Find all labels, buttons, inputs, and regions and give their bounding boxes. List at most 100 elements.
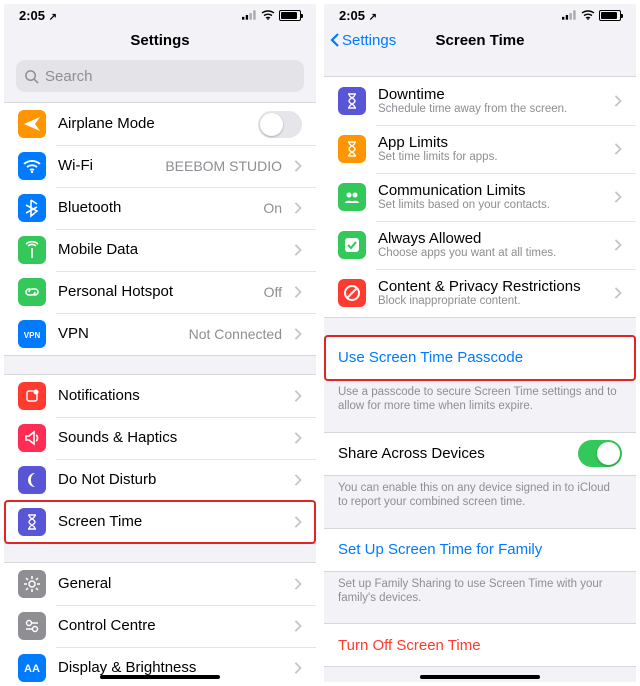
communication-limits-row[interactable]: Communication LimitsSet limits based on … [324, 173, 636, 221]
chevron-right-icon [614, 191, 622, 203]
chevron-right-icon [294, 328, 302, 340]
navbar: Settings Screen Time [324, 26, 636, 54]
bluetooth-row[interactable]: BluetoothOn [4, 187, 316, 229]
passcode-hint: Use a passcode to secure Screen Time set… [324, 380, 636, 414]
chevron-right-icon [294, 432, 302, 444]
battery-icon [599, 10, 621, 21]
communication-limits-sub: Set limits based on your contacts. [378, 199, 602, 212]
do-not-disturb-row[interactable]: Do Not Disturb [4, 459, 316, 501]
chevron-right-icon [614, 287, 622, 299]
chevron-right-icon [614, 239, 622, 251]
chevron-left-icon [330, 33, 340, 47]
general-label: General [58, 575, 282, 592]
cellular-icon [562, 10, 577, 20]
chevron-right-icon [294, 620, 302, 632]
status-time: 2:05 ↗ [339, 8, 377, 23]
content-privacy-row[interactable]: Content & Privacy RestrictionsBlock inap… [324, 269, 636, 317]
wifi-status-icon [261, 10, 275, 20]
use-screen-time-passcode-row[interactable]: Use Screen Time Passcode [324, 337, 636, 379]
always-allowed-sub: Choose apps you want at all times. [378, 247, 602, 260]
hourglass-icon [18, 508, 46, 536]
mobile-data-label: Mobile Data [58, 241, 282, 258]
sounds-haptics-label: Sounds & Haptics [58, 429, 282, 446]
sounds-haptics-row[interactable]: Sounds & Haptics [4, 417, 316, 459]
bluetooth-label: Bluetooth [58, 199, 251, 216]
airplane-mode-switch[interactable] [258, 111, 302, 138]
settings-root-screen: 2:05 ↗ Settings Search Airplane Mode Wi-F… [0, 0, 320, 686]
antenna-icon [18, 236, 46, 264]
speaker-icon [18, 424, 46, 452]
share-across-devices-row[interactable]: Share Across Devices [324, 433, 636, 475]
bell-icon [18, 382, 46, 410]
chevron-right-icon [294, 662, 302, 674]
chevron-right-icon [294, 516, 302, 528]
share-hint: You can enable this on any device signed… [324, 476, 636, 510]
home-indicator[interactable] [420, 675, 540, 679]
link-icon [18, 278, 46, 306]
screen-time-label: Screen Time [58, 513, 282, 530]
set-up-family-row[interactable]: Set Up Screen Time for Family [324, 529, 636, 571]
people-icon [338, 183, 366, 211]
bt-icon [18, 194, 46, 222]
downtime-label: Downtime [378, 86, 602, 103]
page-title: Screen Time [436, 32, 525, 49]
chevron-right-icon [294, 244, 302, 256]
content-privacy-sub: Block inappropriate content. [378, 295, 602, 308]
family-hint: Set up Family Sharing to use Screen Time… [324, 572, 636, 606]
turn-off-screen-time-row[interactable]: Turn Off Screen Time [324, 624, 636, 666]
vpn-icon [18, 320, 46, 348]
content-privacy-label: Content & Privacy Restrictions [378, 278, 602, 295]
vpn-detail: Not Connected [189, 326, 282, 342]
wifi-detail: BEEBOM STUDIO [165, 158, 282, 174]
general-row[interactable]: General [4, 563, 316, 605]
screen-time-row[interactable]: Screen Time [4, 501, 316, 543]
page-title: Settings [130, 32, 189, 49]
nosign-icon [338, 279, 366, 307]
screen-time-settings-screen: 2:05 ↗ Settings Screen Time DowntimeSche… [320, 0, 640, 686]
airplane-mode-row[interactable]: Airplane Mode [4, 103, 316, 145]
airplane-mode-label: Airplane Mode [58, 115, 246, 132]
wifi-icon [18, 152, 46, 180]
control-centre-row[interactable]: Control Centre [4, 605, 316, 647]
communication-limits-label: Communication Limits [378, 182, 602, 199]
chevron-right-icon [294, 202, 302, 214]
home-indicator[interactable] [100, 675, 220, 679]
app-limits-row[interactable]: App LimitsSet time limits for apps. [324, 125, 636, 173]
chevron-right-icon [294, 578, 302, 590]
check-icon [338, 231, 366, 259]
vpn-label: VPN [58, 325, 177, 342]
status-bar: 2:05 ↗ [324, 4, 636, 26]
status-time: 2:05 ↗ [19, 8, 57, 23]
do-not-disturb-label: Do Not Disturb [58, 471, 282, 488]
search-input[interactable]: Search [16, 60, 304, 92]
personal-hotspot-label: Personal Hotspot [58, 283, 252, 300]
display-brightness-row[interactable]: Display & Brightness [4, 647, 316, 686]
personal-hotspot-detail: Off [264, 284, 282, 300]
navbar: Settings [4, 26, 316, 54]
back-button[interactable]: Settings [330, 32, 396, 49]
cellular-icon [242, 10, 257, 20]
always-allowed-label: Always Allowed [378, 230, 602, 247]
status-bar: 2:05 ↗ [4, 4, 316, 26]
always-allowed-row[interactable]: Always AllowedChoose apps you want at al… [324, 221, 636, 269]
wifi-label: Wi-Fi [58, 157, 153, 174]
hourglass-icon [338, 87, 366, 115]
chevron-right-icon [614, 143, 622, 155]
chevron-right-icon [294, 286, 302, 298]
downtime-row[interactable]: DowntimeSchedule time away from the scre… [324, 77, 636, 125]
share-across-devices-switch[interactable] [578, 440, 622, 467]
battery-icon [279, 10, 301, 21]
personal-hotspot-row[interactable]: Personal Hotspot Off [4, 271, 316, 313]
notifications-row[interactable]: Notifications [4, 375, 316, 417]
search-icon [24, 69, 39, 84]
mobile-data-row[interactable]: Mobile Data [4, 229, 316, 271]
downtime-sub: Schedule time away from the screen. [378, 103, 602, 116]
search-placeholder: Search [45, 68, 93, 85]
vpn-row[interactable]: VPN Not Connected [4, 313, 316, 355]
notifications-label: Notifications [58, 387, 282, 404]
aa-icon [18, 654, 46, 682]
chevron-right-icon [294, 390, 302, 402]
wifi-row[interactable]: Wi-Fi BEEBOM STUDIO [4, 145, 316, 187]
wifi-status-icon [581, 10, 595, 20]
control-centre-label: Control Centre [58, 617, 282, 634]
